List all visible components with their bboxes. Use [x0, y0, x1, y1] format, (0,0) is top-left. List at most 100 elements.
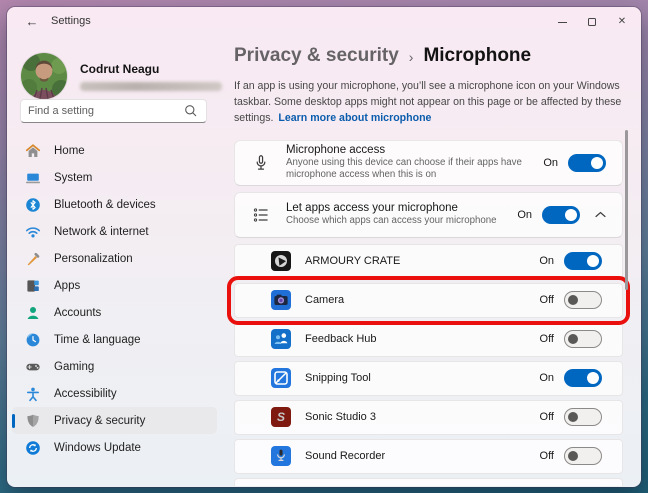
- card-title: Microphone access: [286, 143, 386, 156]
- sidebar-item-time-language[interactable]: Time & language: [12, 326, 217, 353]
- sidebar-item-accessibility[interactable]: Accessibility: [12, 380, 217, 407]
- profile-name: Codrut Neagu: [80, 61, 160, 76]
- avatar: [21, 53, 67, 99]
- window-controls: ✕: [547, 7, 637, 37]
- sidebar-item-label: Time & language: [54, 333, 141, 346]
- sidebar-item-label: Privacy & security: [54, 414, 146, 427]
- app-row-snipping-tool: Snipping Tool On: [234, 360, 623, 396]
- sonic-studio-logo-letter: S: [276, 410, 285, 425]
- toggle-knob: [568, 334, 578, 345]
- card-description: Anyone using this device can choose if t…: [286, 156, 522, 181]
- sidebar-item-privacy-security[interactable]: Privacy & security: [12, 407, 217, 434]
- card-text: Let apps access your microphone Choose w…: [286, 202, 517, 228]
- app-list-icon: [253, 208, 268, 222]
- close-icon: ✕: [617, 16, 627, 27]
- sidebar-item-accounts[interactable]: Accounts: [12, 299, 217, 326]
- sidebar-nav: Home System Bluetooth & devices Network …: [12, 137, 217, 461]
- learn-more-link[interactable]: Learn more about microphone: [278, 112, 431, 124]
- search-box[interactable]: [20, 99, 207, 123]
- sidebar-item-label: Bluetooth & devices: [54, 198, 156, 211]
- let-apps-access-toggle[interactable]: [542, 205, 580, 224]
- back-arrow-icon[interactable]: ←: [21, 12, 43, 32]
- toggle-state-label: On: [543, 156, 558, 169]
- sidebar: Codrut Neagu Home: [7, 37, 222, 487]
- app-row-camera: Camera Off: [227, 275, 630, 325]
- sonic-studio-app-icon: S: [271, 407, 291, 428]
- sidebar-item-gaming[interactable]: Gaming: [12, 353, 217, 380]
- let-apps-access-card[interactable]: Let apps access your microphone Choose w…: [234, 191, 623, 238]
- profile-section[interactable]: Codrut Neagu: [21, 53, 222, 99]
- microphone-access-toggle[interactable]: [568, 153, 606, 172]
- toggle-state-label: Off: [539, 411, 554, 424]
- system-icon: [26, 173, 40, 183]
- sidebar-item-label: Accessibility: [54, 387, 117, 400]
- sidebar-item-network-internet[interactable]: Network & internet: [12, 218, 217, 245]
- selected-accent: [12, 413, 15, 428]
- armoury-crate-toggle[interactable]: [564, 252, 602, 271]
- maximize-button[interactable]: [577, 7, 607, 37]
- snipping-tool-toggle[interactable]: [564, 369, 602, 388]
- sidebar-item-label: Personalization: [54, 252, 133, 265]
- toggle-state-label: Off: [539, 294, 554, 307]
- app-name: Sound Recorder: [305, 450, 386, 463]
- desktop-background: ← Settings ✕ Codrut Neagu Find a setting…: [0, 0, 648, 493]
- shield-icon: [27, 414, 39, 427]
- settings-window: ← Settings ✕ Codrut Neagu Find a setting…: [7, 7, 641, 487]
- app-row-sonic-studio-3: S Sonic Studio 3 Off: [234, 399, 623, 435]
- bluetooth-icon: [26, 197, 40, 212]
- breadcrumb-parent[interactable]: Privacy & security: [234, 45, 399, 67]
- sidebar-item-bluetooth-devices[interactable]: Bluetooth & devices: [12, 191, 217, 218]
- time-language-icon: [26, 332, 40, 346]
- app-permission-list: ARMOURY CRATE On Camera Off Feedback Hub…: [227, 243, 630, 486]
- home-icon: [25, 143, 41, 157]
- sound-recorder-toggle[interactable]: [564, 447, 602, 466]
- armoury-crate-app-icon: [271, 251, 291, 272]
- sidebar-item-label: Apps: [54, 279, 81, 292]
- breadcrumb-separator-icon: ›: [408, 49, 414, 65]
- sidebar-item-label: Home: [54, 144, 85, 157]
- toggle-knob: [568, 451, 578, 462]
- toggle-state-label: On: [539, 372, 554, 385]
- app-name: Camera: [305, 294, 345, 307]
- maximize-icon: [588, 18, 596, 26]
- accounts-icon: [27, 306, 39, 319]
- toggle-state-label: On: [517, 208, 532, 221]
- sidebar-item-home[interactable]: Home: [12, 137, 217, 164]
- gaming-icon: [26, 363, 40, 370]
- app-name: Feedback Hub: [305, 333, 377, 346]
- windows-update-icon: [26, 440, 40, 455]
- app-row-feedback-hub: Feedback Hub Off: [234, 321, 623, 357]
- sidebar-item-apps[interactable]: Apps: [12, 272, 217, 299]
- card-text: Microphone access Anyone using this devi…: [286, 144, 543, 182]
- apps-icon: [27, 279, 39, 292]
- sonic-studio-toggle[interactable]: [564, 408, 602, 427]
- toggle-state-label: On: [539, 255, 554, 268]
- feedback-hub-toggle[interactable]: [564, 330, 602, 349]
- settings-cards: Microphone access Anyone using this devi…: [227, 139, 630, 486]
- close-button[interactable]: ✕: [607, 7, 637, 37]
- sidebar-item-windows-update[interactable]: Windows Update: [12, 434, 217, 461]
- app-row-sound-recorder: Sound Recorder Off: [234, 438, 623, 474]
- breadcrumb: Privacy & security › Microphone: [234, 45, 623, 67]
- profile-text: Codrut Neagu: [80, 62, 222, 91]
- chevron-up-icon[interactable]: [595, 211, 606, 218]
- scrollbar-thumb[interactable]: [625, 130, 628, 290]
- window-title: Settings: [51, 15, 91, 27]
- sidebar-item-system[interactable]: System: [12, 164, 217, 191]
- toggle-knob: [591, 156, 603, 169]
- toggle-knob: [568, 295, 578, 306]
- toggle-knob: [568, 412, 578, 423]
- profile-email-blurred: [80, 81, 222, 91]
- sidebar-item-label: System: [54, 171, 93, 184]
- sidebar-item-label: Gaming: [54, 360, 95, 373]
- toggle-knob: [587, 255, 599, 268]
- sidebar-item-label: Network & internet: [54, 225, 149, 238]
- personalization-icon: [27, 252, 40, 265]
- minimize-button[interactable]: [547, 7, 577, 37]
- toggle-state-label: Off: [539, 333, 554, 346]
- sidebar-item-label: Windows Update: [54, 441, 141, 454]
- sidebar-item-personalization[interactable]: Personalization: [12, 245, 217, 272]
- search-input[interactable]: [28, 105, 183, 117]
- camera-toggle[interactable]: [564, 291, 602, 310]
- page-title: Microphone: [423, 45, 532, 66]
